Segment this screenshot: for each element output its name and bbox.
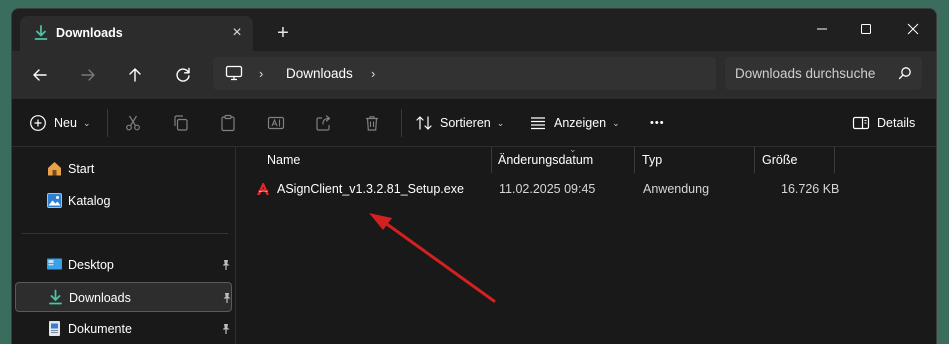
trash-icon: [366, 116, 378, 131]
more-icon: •••: [650, 117, 665, 129]
command-bar: Neu ⌄ Sortieren ⌄ Anzeigen ⌄ ••• Details: [12, 99, 936, 147]
column-separator[interactable]: [754, 147, 755, 173]
gallery-icon: [47, 193, 62, 208]
minimize-icon: [817, 28, 827, 30]
sidebar-item-dokumente[interactable]: Dokumente: [15, 314, 232, 344]
tab-title: Downloads: [56, 26, 123, 40]
view-button[interactable]: Anzeigen ⌄: [529, 99, 620, 147]
sidebar-item-label: Dokumente: [68, 322, 132, 336]
breadcrumb-chevron-icon[interactable]: ›: [371, 66, 375, 81]
up-icon[interactable]: [123, 63, 147, 87]
cut-button[interactable]: [124, 99, 142, 147]
pin-icon[interactable]: [220, 323, 232, 335]
sort-icon: [416, 116, 432, 130]
explorer-window: Downloads × + › Downloads › Downloads du…: [11, 8, 937, 344]
file-name[interactable]: ASignClient_v1.3.2.81_Setup.exe: [277, 182, 464, 196]
acrobat-app-icon: [257, 183, 269, 195]
separator: [107, 109, 108, 137]
file-type: Anwendung: [643, 182, 710, 196]
share-button[interactable]: [315, 99, 333, 147]
sidebar-item-label: Start: [68, 162, 95, 176]
navigation-pane: Start Katalog Desktop Downloads Dokument…: [12, 147, 236, 344]
sidebar-item-desktop[interactable]: Desktop: [15, 250, 232, 280]
back-icon[interactable]: [28, 63, 52, 87]
pin-icon[interactable]: [220, 259, 232, 271]
maximize-button[interactable]: [843, 15, 889, 43]
details-label: Details: [877, 116, 916, 130]
refresh-icon[interactable]: [171, 63, 195, 87]
sidebar-divider: [22, 233, 228, 234]
sidebar-item-start[interactable]: Start: [15, 154, 232, 184]
table-row[interactable]: ASignClient_v1.3.2.81_Setup.exe 11.02.20…: [237, 179, 936, 201]
delete-button[interactable]: [363, 99, 381, 147]
minimize-button[interactable]: [799, 15, 845, 43]
search-input[interactable]: Downloads durchsuche: [735, 66, 875, 81]
rename-icon: [267, 116, 285, 130]
download-icon: [34, 25, 48, 40]
plus-circle-icon: [30, 115, 46, 131]
column-header-modified[interactable]: Änderungsdatum: [498, 147, 593, 173]
this-pc-icon[interactable]: [225, 65, 243, 81]
chevron-down-icon: ⌄: [82, 117, 91, 128]
column-header-size[interactable]: Größe: [762, 147, 797, 173]
home-icon: [48, 162, 61, 176]
column-header-name[interactable]: Name: [267, 147, 300, 173]
details-button[interactable]: Details: [852, 99, 915, 147]
sidebar-item-katalog[interactable]: Katalog: [15, 186, 232, 216]
column-separator[interactable]: [634, 147, 635, 173]
new-tab-button[interactable]: +: [274, 23, 292, 43]
new-button[interactable]: Neu ⌄: [29, 99, 90, 147]
navigation-bar: › Downloads › Downloads durchsuche: [12, 51, 936, 99]
separator: [401, 109, 402, 137]
maximize-icon: [861, 24, 871, 34]
rename-button[interactable]: [267, 99, 285, 147]
file-size: 16.726 KB: [781, 182, 840, 196]
close-tab-icon[interactable]: ×: [229, 25, 245, 41]
scissors-icon: [126, 115, 140, 131]
title-bar: Downloads × +: [12, 9, 936, 51]
column-separator[interactable]: [491, 147, 492, 173]
copy-icon: [174, 115, 188, 131]
file-list: Name ⌄ Änderungsdatum Typ Größe ASignCli…: [237, 144, 936, 344]
tab-downloads[interactable]: Downloads ×: [20, 16, 253, 51]
paste-button[interactable]: [219, 99, 237, 147]
sidebar-item-downloads[interactable]: Downloads: [15, 282, 232, 312]
view-label: Anzeigen: [554, 116, 607, 130]
close-window-button[interactable]: [890, 15, 936, 43]
details-pane-icon: [852, 116, 870, 130]
sidebar-item-label: Downloads: [69, 291, 131, 305]
chevron-down-icon: ⌄: [496, 117, 505, 128]
clipboard-icon: [221, 114, 235, 132]
search-box[interactable]: Downloads durchsuche: [725, 57, 922, 90]
file-modified: 11.02.2025 09:45: [499, 182, 596, 196]
column-header-type[interactable]: Typ: [642, 147, 662, 173]
close-icon: [907, 23, 919, 35]
new-label: Neu: [54, 116, 77, 130]
desktop-icon: [47, 258, 62, 270]
address-bar[interactable]: › Downloads ›: [213, 57, 716, 90]
more-options-button[interactable]: •••: [650, 99, 665, 147]
breadcrumb-downloads[interactable]: Downloads: [286, 66, 353, 81]
sort-label: Sortieren: [440, 116, 491, 130]
copy-button[interactable]: [172, 99, 190, 147]
column-separator[interactable]: [834, 147, 835, 173]
sort-button[interactable]: Sortieren ⌄: [415, 99, 504, 147]
search-icon: [898, 67, 911, 80]
sidebar-item-label: Desktop: [68, 258, 114, 272]
breadcrumb-chevron-icon[interactable]: ›: [259, 66, 263, 81]
pin-icon[interactable]: [221, 292, 233, 304]
forward-icon[interactable]: [76, 63, 100, 87]
view-lines-icon: [531, 117, 545, 130]
sidebar-item-label: Katalog: [68, 194, 111, 208]
chevron-down-icon: ⌄: [612, 117, 620, 128]
documents-icon: [49, 321, 60, 336]
download-icon: [49, 289, 62, 305]
share-icon: [316, 115, 331, 131]
